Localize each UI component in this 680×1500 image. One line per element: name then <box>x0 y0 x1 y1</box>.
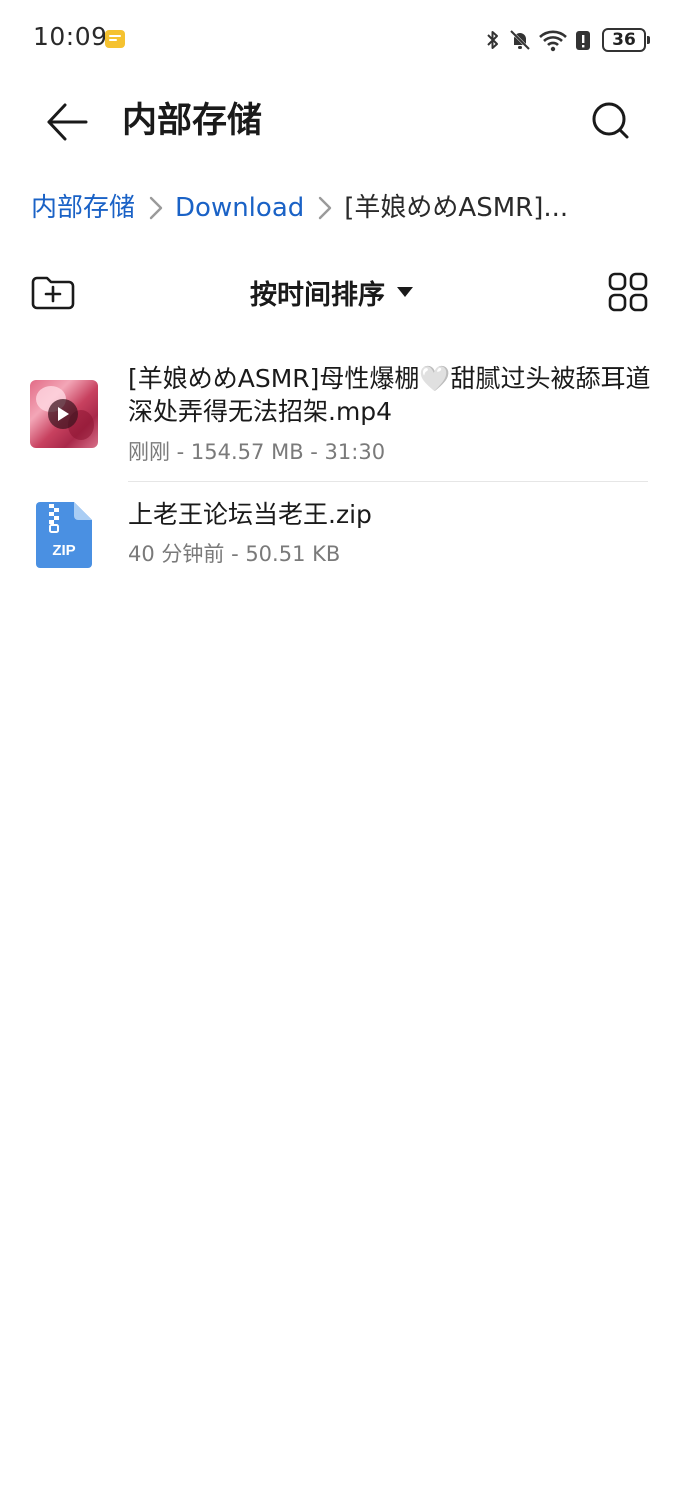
file-meta: 40 分钟前 - 50.51 KB <box>128 542 341 566</box>
file-name: 上老王论坛当老王.zip <box>128 500 372 529</box>
title-bar: 内部存储 <box>0 80 680 164</box>
back-button[interactable] <box>40 98 94 146</box>
file-name: [羊娘めめASMR]母性爆棚🤍甜腻过头被舔耳道深处弄得无法招架.mp4 <box>128 364 651 426</box>
arrow-left-icon <box>47 103 88 141</box>
grid-view-button[interactable] <box>608 272 648 312</box>
file-list: [羊娘めめASMR]母性爆棚🤍甜腻过头被舔耳道深处弄得无法招架.mp4 刚刚 -… <box>0 350 680 582</box>
wifi-icon <box>539 30 567 52</box>
bluetooth-icon <box>487 31 498 49</box>
file-meta: 刚刚 - 154.57 MB - 31:30 <box>128 440 386 464</box>
dropdown-arrow-icon <box>397 287 413 297</box>
status-bar: 10:09 36 <box>0 0 680 80</box>
search-icon <box>592 102 629 139</box>
zip-file-icon: ZIP <box>36 502 92 568</box>
svg-text:ZIP: ZIP <box>52 542 75 559</box>
chevron-right-icon <box>149 196 163 220</box>
video-thumbnail <box>30 380 98 448</box>
new-folder-button[interactable] <box>30 272 76 312</box>
chevron-right-icon <box>319 196 332 220</box>
play-icon <box>48 399 78 429</box>
search-button[interactable] <box>586 98 638 146</box>
notification-app-icon <box>105 30 125 48</box>
sort-label: 按时间排序 <box>250 279 385 311</box>
new-folder-icon <box>31 276 75 310</box>
breadcrumb-item-download[interactable]: Download <box>175 186 304 230</box>
file-item-zip[interactable]: ZIP 上老王论坛当老王.zip 40 分钟前 - 50.51 KB <box>0 482 680 582</box>
battery-icon: 36 <box>602 28 650 52</box>
breadcrumb: 内部存储 Download [羊娘めめASMR]... <box>31 186 568 230</box>
breadcrumb-item-internal-storage[interactable]: 内部存储 <box>31 186 135 230</box>
mute-icon <box>509 29 531 51</box>
sort-button[interactable]: 按时间排序 <box>250 270 415 314</box>
battery-saver-icon <box>576 31 590 50</box>
status-icons: 36 <box>484 24 650 56</box>
battery-level: 36 <box>612 30 636 50</box>
status-time: 10:09 <box>33 22 108 51</box>
page-title: 内部存储 <box>122 101 263 141</box>
toolbar: 按时间排序 <box>0 262 680 324</box>
breadcrumb-item-current: [羊娘めめASMR]... <box>344 193 569 223</box>
grid-view-icon <box>608 272 648 312</box>
file-item-video[interactable]: [羊娘めめASMR]母性爆棚🤍甜腻过头被舔耳道深处弄得无法招架.mp4 刚刚 -… <box>0 350 680 482</box>
